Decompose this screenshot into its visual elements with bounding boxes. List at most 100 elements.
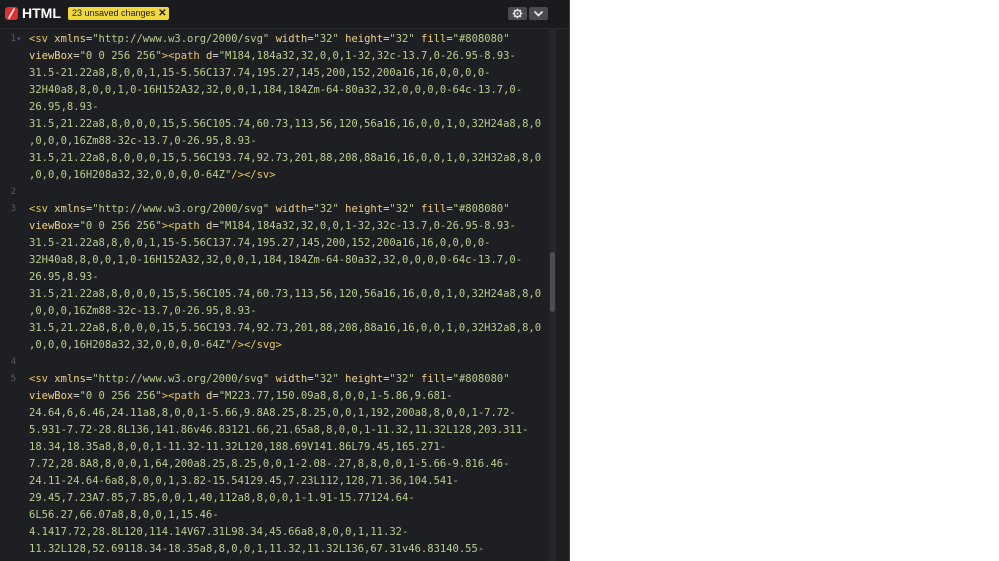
code-token: 5.931-7.72-28.8L136,141.86v46.83121.66,2… xyxy=(29,424,529,436)
code-token: "0 0 256 256" xyxy=(79,50,162,62)
code-token: viewBox xyxy=(29,220,74,232)
code-line[interactable]: ,0,0,0,16H208a32,32,0,0,0,0-64Z"/></svg> xyxy=(29,337,549,354)
code-line[interactable]: 4.1417.72,28.8L120,114.14V67.31L98.34,45… xyxy=(29,524,549,541)
code-token: 4.1417.72,28.8L120,114.14V67.31L98.34,45… xyxy=(29,526,409,538)
code-token: xmlns xyxy=(54,203,86,215)
code-line[interactable]: ,0,0,0,16H208a32,32,0,0,0,0-64Z"/></sv> xyxy=(29,167,549,184)
menu-button[interactable] xyxy=(529,7,548,20)
code-token: 26.95,8.93- xyxy=(29,271,99,283)
code-token: <sv xyxy=(29,373,55,385)
code-token: 32H40a8,8,0,0,1,0-16H152A32,32,0,0,1,184… xyxy=(29,254,523,266)
code-line[interactable]: 24.64,6,6.46,24.11a8,8,0,0,1-5.66,9.8A8.… xyxy=(29,405,549,422)
code-content[interactable]: <sv xmlns="http://www.w3.org/2000/svg" w… xyxy=(29,31,549,561)
code-line[interactable]: 31.5-21.22a8,8,0,0,1,15-5.56C137.74,195.… xyxy=(29,65,549,82)
code-token: xmlns xyxy=(54,373,86,385)
code-token: height xyxy=(345,203,384,215)
code-token: 31.5-21.22a8,8,0,0,1,15-5.56C137.74,195.… xyxy=(29,237,491,249)
code-token: viewBox xyxy=(29,390,74,402)
code-token: "#808080" xyxy=(452,203,510,215)
code-token: ,0,0,0,16Zm88-32c-13.7,0-26.95,8.93- xyxy=(29,305,257,317)
code-token: 31.5,21.22a8,8,0,0,0,15,5.56C105.74,60.7… xyxy=(29,288,542,300)
line-number: 1 xyxy=(10,34,16,44)
code-token: fill xyxy=(421,373,447,385)
code-line[interactable]: 31.5,21.22a8,8,0,0,0,15,5.56C193.74,92.7… xyxy=(29,150,549,167)
code-line[interactable] xyxy=(29,354,549,371)
editor-toolbar: HTML 23 unsaved changes ✕ xyxy=(0,0,569,29)
code-token: fill xyxy=(421,203,447,215)
unsaved-changes-badge[interactable]: 23 unsaved changes ✕ xyxy=(68,7,170,20)
code-token: ,0,0,0,16Zm88-32c-13.7,0-26.95,8.93- xyxy=(29,135,257,147)
code-token: /></sv> xyxy=(231,169,276,181)
code-token: 18.34,18.35a8,8,0,0,1-11.32-11.32L120,18… xyxy=(29,441,447,453)
code-token: "M223.77,150.09a8,8,0,0,1-5.86,9.681- xyxy=(218,390,453,402)
code-token: "http://www.w3.org/2000/svg" xyxy=(92,203,270,215)
code-token: <sv xyxy=(29,203,55,215)
code-token: "http://www.w3.org/2000/svg" xyxy=(92,33,270,45)
code-token: 24.11-24.64-6a8,8,0,0,1,3.82-15.54129.45… xyxy=(29,475,459,487)
code-token: <sv xyxy=(29,33,55,45)
scrollbar-thumb[interactable] xyxy=(550,252,555,312)
code-line[interactable]: 32H40a8,8,0,0,1,0-16H152A32,32,0,0,1,184… xyxy=(29,252,549,269)
unsaved-changes-label: 23 unsaved changes xyxy=(72,8,156,18)
chevron-down-icon xyxy=(534,11,543,17)
code-line[interactable]: viewBox="0 0 256 256"><path d="M184,184a… xyxy=(29,218,549,235)
code-token: "#808080" xyxy=(452,373,510,385)
code-token: width xyxy=(275,373,308,385)
code-line[interactable]: 26.95,8.93- xyxy=(29,269,549,286)
code-line[interactable]: <sv xmlns="http://www.w3.org/2000/svg" w… xyxy=(29,31,549,48)
code-token: "32" xyxy=(313,203,339,215)
code-line[interactable]: 6L56.27,66.07a8,8,0,0,1,15.46- xyxy=(29,507,549,524)
code-line[interactable]: viewBox="0 0 256 256"><path d="M184,184a… xyxy=(29,48,549,65)
code-line[interactable] xyxy=(29,184,549,201)
code-token: height xyxy=(345,33,384,45)
code-line[interactable]: 31.5,21.22a8,8,0,0,0,15,5.56C105.74,60.7… xyxy=(29,116,549,133)
code-token: "http://www.w3.org/2000/svg" xyxy=(92,373,270,385)
code-line[interactable]: 5.931-7.72-28.8L136,141.86v46.83121.66,2… xyxy=(29,422,549,439)
editor-panel: HTML 23 unsaved changes ✕ 1 ▾ 2 3 4 5 <sv xmln… xyxy=(0,0,570,561)
code-token: "M184,184a32,32,0,0,1-32,32c-13.7,0-26.9… xyxy=(218,220,516,232)
line-number: 3 xyxy=(10,204,16,214)
html-language-icon xyxy=(5,7,18,20)
code-token: "32" xyxy=(389,373,415,385)
code-line[interactable]: <sv xmlns="http://www.w3.org/2000/svg" w… xyxy=(29,371,549,388)
code-token: "32" xyxy=(313,33,339,45)
settings-button[interactable] xyxy=(508,7,527,20)
code-token: 31.5,21.22a8,8,0,0,0,15,5.56C105.74,60.7… xyxy=(29,118,542,130)
code-line[interactable]: 24.11-24.64-6a8,8,0,0,1,3.82-15.54129.45… xyxy=(29,473,549,490)
code-token: "32" xyxy=(389,33,415,45)
close-icon[interactable]: ✕ xyxy=(158,8,166,19)
code-line[interactable]: 31.5-21.22a8,8,0,0,1,15-5.56C137.74,195.… xyxy=(29,235,549,252)
code-line[interactable]: 11.32L128,52.69118.34-18.35a8,8,0,0,1,11… xyxy=(29,541,549,558)
code-token: xmlns xyxy=(54,33,86,45)
code-token: 32H40a8,8,0,0,1,0-16H152A32,32,0,0,1,184… xyxy=(29,84,523,96)
code-line[interactable]: 32H40a8,8,0,0,1,0-16H152A32,32,0,0,1,184… xyxy=(29,82,549,99)
code-token: 11.32L128,52.69118.34-18.35a8,8,0,0,1,11… xyxy=(29,543,485,555)
code-line[interactable]: viewBox="0 0 256 256"><path d="M223.77,1… xyxy=(29,388,549,405)
gear-icon xyxy=(512,8,523,19)
code-line[interactable]: 18.34,18.35a8,8,0,0,1-11.32-11.32L120,18… xyxy=(29,439,549,456)
code-line[interactable]: 31.5,21.22a8,8,0,0,0,15,5.56C193.74,92.7… xyxy=(29,320,549,337)
language-label: HTML xyxy=(22,5,61,21)
vertical-scrollbar[interactable] xyxy=(549,28,556,561)
line-number: 4 xyxy=(10,357,16,367)
code-line[interactable]: 26.95,8.93- xyxy=(29,99,549,116)
code-token: 24.64,6,6.46,24.11a8,8,0,0,1-5.66,9.8A8.… xyxy=(29,407,516,419)
code-line[interactable]: 31.5,21.22a8,8,0,0,0,15,5.56C105.74,60.7… xyxy=(29,286,549,303)
code-line[interactable]: ,0,0,0,16Zm88-32c-13.7,0-26.95,8.93- xyxy=(29,303,549,320)
code-token: 31.5,21.22a8,8,0,0,0,15,5.56C193.74,92.7… xyxy=(29,152,542,164)
line-number: 2 xyxy=(10,187,16,197)
code-token: ><path xyxy=(161,220,207,232)
code-line[interactable]: 7.72,28.8A8,8,0,0,1,64,200a8.25,8.25,0,0… xyxy=(29,456,549,473)
fold-toggle-icon[interactable]: ▾ xyxy=(17,31,21,48)
code-token: "0 0 256 256" xyxy=(79,220,162,232)
code-line[interactable]: ,0,0,0,16Zm88-32c-13.7,0-26.95,8.93- xyxy=(29,133,549,150)
code-token: 26.95,8.93- xyxy=(29,101,99,113)
code-token: 31.5,21.22a8,8,0,0,0,15,5.56C193.74,92.7… xyxy=(29,322,542,334)
code-line[interactable]: 29.45,7.23A7.85,7.85,0,0,1,40,112a8,8,0,… xyxy=(29,490,549,507)
code-token: 7.72,28.8A8,8,0,0,1,64,200a8.25,8.25,0,0… xyxy=(29,458,510,470)
code-token: height xyxy=(345,373,384,385)
code-line[interactable]: <sv xmlns="http://www.w3.org/2000/svg" w… xyxy=(29,201,549,218)
code-token: 31.5-21.22a8,8,0,0,1,15-5.56C137.74,195.… xyxy=(29,67,491,79)
code-editor[interactable]: 1 ▾ 2 3 4 5 <sv xmlns="http://www.w3.org/2000… xyxy=(0,28,569,561)
code-token: 6L56.27,66.07a8,8,0,0,1,15.46- xyxy=(29,509,219,521)
